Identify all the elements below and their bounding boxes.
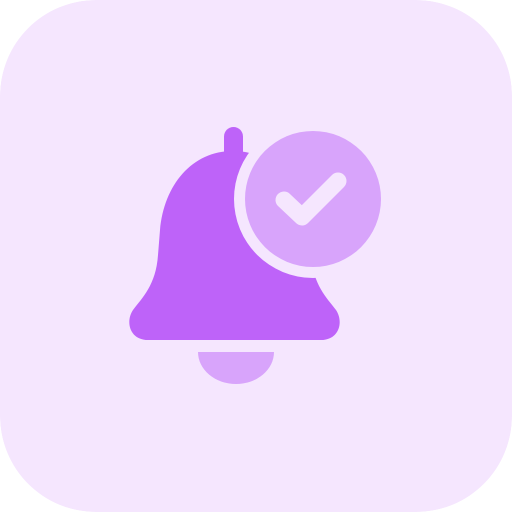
bell-check-icon — [0, 0, 512, 512]
app-icon-tile — [0, 0, 512, 512]
